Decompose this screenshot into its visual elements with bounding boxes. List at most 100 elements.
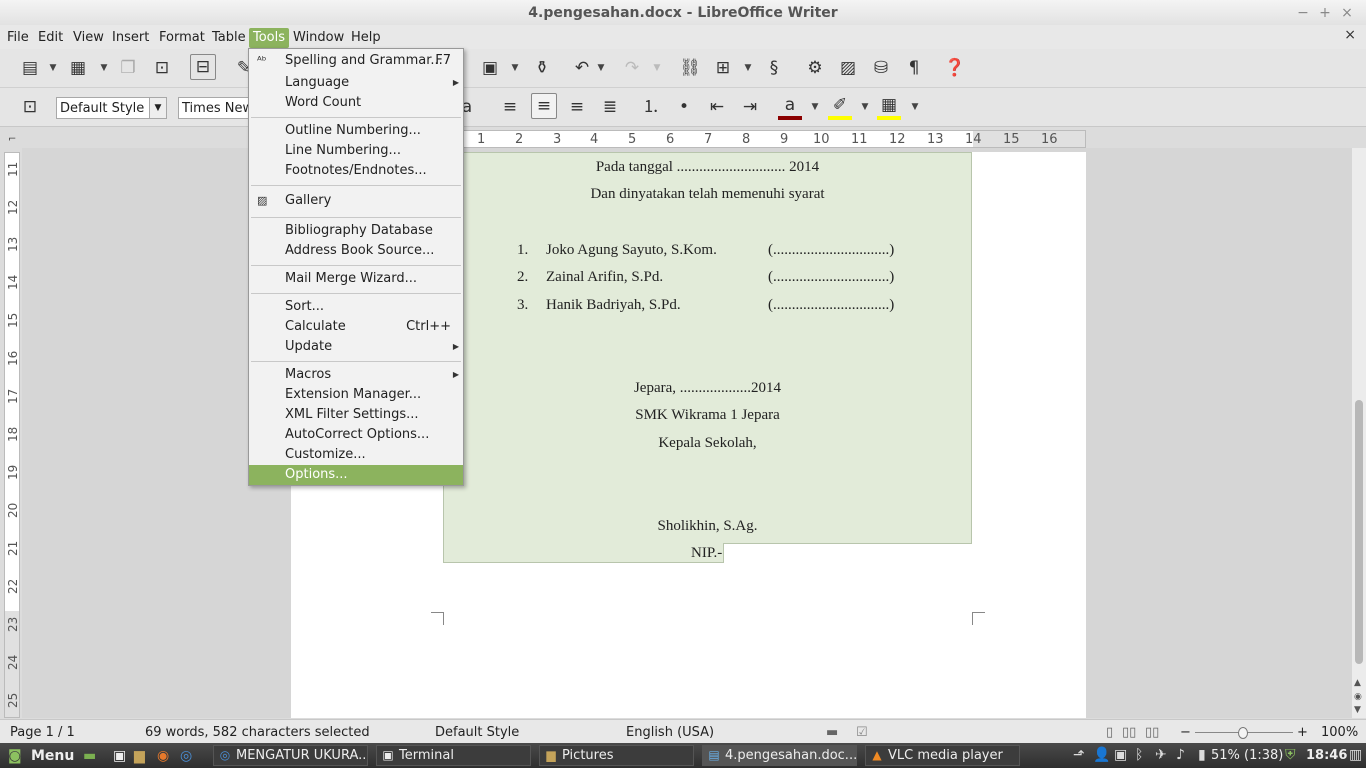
doc-place-date[interactable]: Jepara, ...................2014 [443, 380, 972, 397]
paste-dropdown-icon[interactable]: ▼ [510, 63, 520, 73]
navigation-icon[interactable]: ◉ [1354, 692, 1362, 702]
styles-icon[interactable]: ⊡ [18, 95, 42, 119]
volume-icon[interactable]: ♪ [1176, 747, 1185, 763]
doc-signer[interactable]: Sholikhin, S.Ag. [443, 518, 972, 535]
status-page[interactable]: Page 1 / 1 [10, 725, 75, 740]
tab-stop-icon[interactable]: ⌐ [8, 134, 16, 145]
files-launcher-icon[interactable]: ▆ [134, 747, 145, 765]
member-name[interactable]: Hanik Badriyah, S.Pd. [546, 297, 681, 314]
numbering-icon[interactable]: ⒈ [639, 95, 663, 119]
status-word-count[interactable]: 69 words, 582 characters selected [145, 725, 370, 740]
tray-clipboard-icon[interactable]: ▣ [1114, 747, 1127, 763]
formatting-marks-icon[interactable]: ¶ [902, 56, 926, 80]
font-color-dropdown-icon[interactable]: ▼ [810, 102, 820, 112]
highlight-dropdown-icon[interactable]: ▼ [860, 102, 870, 112]
taskbar-window-writer[interactable]: ▤ 4.pengesahan.doc... [702, 745, 857, 766]
templates-dropdown-icon[interactable]: ▼ [99, 63, 109, 73]
menu-item-autocorrect-options[interactable]: AutoCorrect Options... [249, 425, 463, 445]
hyperlink-icon[interactable]: ⛓ [678, 56, 702, 80]
window-list-icon[interactable]: ❐ [116, 56, 140, 80]
menu-edit[interactable]: Edit [34, 28, 67, 48]
justify-icon[interactable]: ≣ [598, 95, 622, 119]
menu-item-xml-filter-settings[interactable]: XML Filter Settings... [249, 405, 463, 425]
tray-updates-icon[interactable]: ⬏ [1073, 747, 1085, 763]
undo-dropdown-icon[interactable]: ▼ [596, 63, 606, 73]
close-document-button[interactable]: × [1344, 27, 1356, 43]
align-right-icon[interactable]: ≡ [565, 95, 589, 119]
member-name[interactable]: Zainal Arifin, S.Pd. [546, 269, 663, 286]
font-name-select[interactable]: Times New [178, 97, 250, 119]
undo-icon[interactable]: ↶ [570, 56, 594, 80]
network-icon[interactable]: ✈ [1155, 747, 1167, 763]
menu-item-line-numbering[interactable]: Line Numbering... [249, 141, 463, 161]
paragraph-style-select[interactable]: Default Style [56, 97, 150, 119]
doc-nip[interactable]: NIP.- [691, 545, 722, 562]
table-dropdown-icon[interactable]: ▼ [743, 63, 753, 73]
menu-item-gallery[interactable]: ▨ Gallery [249, 191, 463, 211]
shield-icon[interactable]: ⛨ [1285, 747, 1296, 763]
menu-item-sort[interactable]: Sort... [249, 297, 463, 317]
menu-help[interactable]: Help [347, 28, 385, 48]
member-name[interactable]: Joko Agung Sayuto, S.Kom. [546, 242, 717, 259]
menu-item-calculate[interactable]: Calculate Ctrl++ [249, 317, 463, 337]
templates-icon[interactable]: ▦ [66, 56, 90, 80]
scrollbar-thumb[interactable] [1355, 400, 1363, 664]
show-desktop-icon[interactable]: ▬ [83, 747, 96, 765]
doc-school[interactable]: SMK Wikrama 1 Jepara [443, 407, 972, 424]
vertical-ruler[interactable]: 11 12 13 14 15 16 17 18 19 20 21 22 23 2… [4, 152, 20, 718]
zoom-slider-knob[interactable] [1238, 727, 1248, 739]
menu-item-outline-numbering[interactable]: Outline Numbering... [249, 121, 463, 141]
menu-view[interactable]: View [69, 28, 108, 48]
single-page-view-icon[interactable]: ▯ [1106, 725, 1113, 740]
toggle-view-icon[interactable]: ⊡ [150, 56, 174, 80]
increase-indent-icon[interactable]: ⇥ [738, 95, 762, 119]
start-menu-button[interactable]: Menu [31, 747, 74, 765]
new-document-icon[interactable]: ▤ [18, 56, 42, 80]
doc-line-date[interactable]: Pada tanggal ...........................… [443, 159, 972, 176]
status-page-style[interactable]: Default Style [435, 725, 519, 740]
member-signature[interactable]: (...............................) [768, 297, 894, 314]
table-icon[interactable]: ⊞ [711, 56, 735, 80]
doc-line-statement[interactable]: Dan dinyatakan telah memenuhi syarat [443, 186, 972, 203]
highlighting-icon[interactable]: ✐ [828, 93, 852, 117]
menu-item-mail-merge-wizard[interactable]: Mail Merge Wizard... [249, 269, 463, 289]
horizontal-ruler[interactable]: 1 2 3 4 5 6 7 8 9 10 11 12 13 14 15 16 [462, 130, 1086, 148]
data-sources-icon[interactable]: ⛁ [869, 56, 893, 80]
text-frame[interactable] [443, 152, 972, 544]
insert-mode-icon[interactable]: ▬ [826, 725, 838, 740]
firefox-launcher-icon[interactable]: ◉ [157, 747, 169, 765]
maximize-button[interactable]: + [1316, 4, 1334, 22]
menu-item-address-book-source[interactable]: Address Book Source... [249, 241, 463, 261]
minimize-button[interactable]: − [1294, 4, 1312, 22]
menu-item-options[interactable]: Options... [249, 465, 463, 485]
status-language[interactable]: English (USA) [626, 725, 714, 740]
text-frame-tail[interactable] [443, 543, 724, 563]
redo-icon[interactable]: ↷ [620, 56, 644, 80]
tray-user-icon[interactable]: 👤 [1093, 747, 1110, 763]
member-number[interactable]: 3. [517, 297, 528, 314]
new-dropdown-icon[interactable]: ▼ [48, 63, 58, 73]
menu-item-language[interactable]: Language ▶ [249, 73, 463, 93]
document-modified-icon[interactable]: ☑ [856, 725, 868, 740]
font-color-icon[interactable]: a [778, 93, 802, 117]
close-window-button[interactable]: × [1338, 4, 1356, 22]
menu-table[interactable]: Table [208, 28, 250, 48]
navigator-icon[interactable]: ⚙ [803, 56, 827, 80]
menu-file[interactable]: File [3, 28, 33, 48]
zoom-in-icon[interactable]: + [1297, 725, 1308, 740]
decrease-indent-icon[interactable]: ⇤ [705, 95, 729, 119]
menu-format[interactable]: Format [155, 28, 209, 48]
gallery-toolbar-icon[interactable]: ▨ [836, 56, 860, 80]
show-draw-functions-icon[interactable]: § [762, 56, 786, 80]
taskbar-window-vlc[interactable]: ▲ VLC media player [865, 745, 1020, 766]
clock[interactable]: 18:46 [1306, 747, 1347, 765]
help-icon[interactable]: ❓ [943, 56, 967, 80]
menu-insert[interactable]: Insert [108, 28, 153, 48]
taskbar-window-browser[interactable]: ◎ MENGATUR UKURA... [213, 745, 368, 766]
menu-item-extension-manager[interactable]: Extension Manager... [249, 385, 463, 405]
member-signature[interactable]: (...............................) [768, 242, 894, 259]
doc-position[interactable]: Kepala Sekolah, [443, 435, 972, 452]
background-dropdown-icon[interactable]: ▼ [910, 102, 920, 112]
menu-tools[interactable]: Tools [249, 28, 290, 48]
taskbar-window-terminal[interactable]: ▣ Terminal [376, 745, 531, 766]
